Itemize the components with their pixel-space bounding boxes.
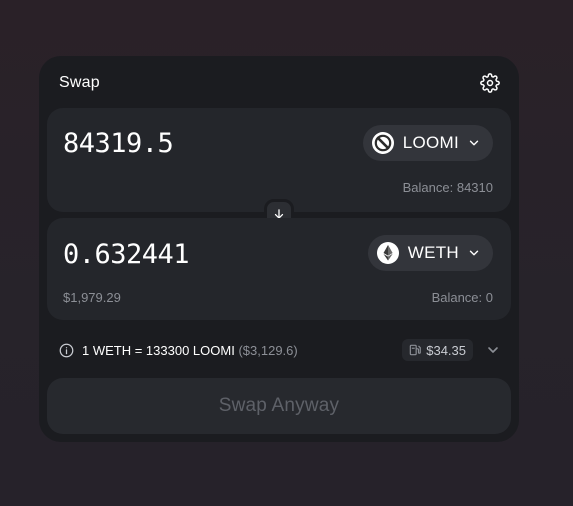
from-amount-input[interactable]: 84319.5 [63, 128, 174, 159]
swap-title: Swap [59, 74, 100, 91]
to-token-selector[interactable]: WETH [367, 235, 493, 271]
from-panel: 84319.5 LOOMI Balance: 84310 [47, 108, 511, 212]
loomi-token-icon [371, 131, 395, 155]
ethereum-token-icon [376, 241, 400, 265]
swap-anyway-button[interactable]: Swap Anyway [47, 378, 511, 434]
chevron-down-icon [467, 246, 481, 260]
swap-header: Swap [59, 72, 501, 94]
from-token-name: LOOMI [402, 133, 459, 152]
to-amount-input[interactable]: 0.632441 [63, 239, 190, 270]
rate-row: 1 WETH = 133300 LOOMI ($3,129.6) $34.35 [59, 339, 501, 361]
to-token-name: WETH [407, 243, 459, 262]
from-balance: Balance: 84310 [402, 180, 493, 195]
exchange-rate[interactable]: 1 WETH = 133300 LOOMI ($3,129.6) [59, 343, 298, 358]
from-token-selector[interactable]: LOOMI [362, 125, 493, 161]
gas-estimate: $34.35 [402, 339, 473, 361]
to-usd-value: $1,979.29 [63, 290, 121, 305]
rate-text: 1 WETH = 133300 LOOMI [82, 342, 235, 358]
to-balance: Balance: 0 [431, 290, 493, 305]
swap-card: Swap 84319.5 LOOMI Balance: 84310 0.6324… [39, 56, 519, 442]
gas-pump-icon [408, 343, 422, 357]
chevron-down-icon [467, 136, 481, 150]
rate-details: $34.35 [402, 339, 501, 361]
gas-value: $34.35 [426, 342, 466, 358]
rate-usd-value: ($3,129.6) [238, 342, 298, 358]
to-panel: 0.632441 WETH $1,979.29 Balance: 0 [47, 218, 511, 320]
info-icon [59, 343, 74, 358]
gear-icon[interactable] [479, 72, 501, 94]
chevron-down-icon[interactable] [485, 342, 501, 358]
